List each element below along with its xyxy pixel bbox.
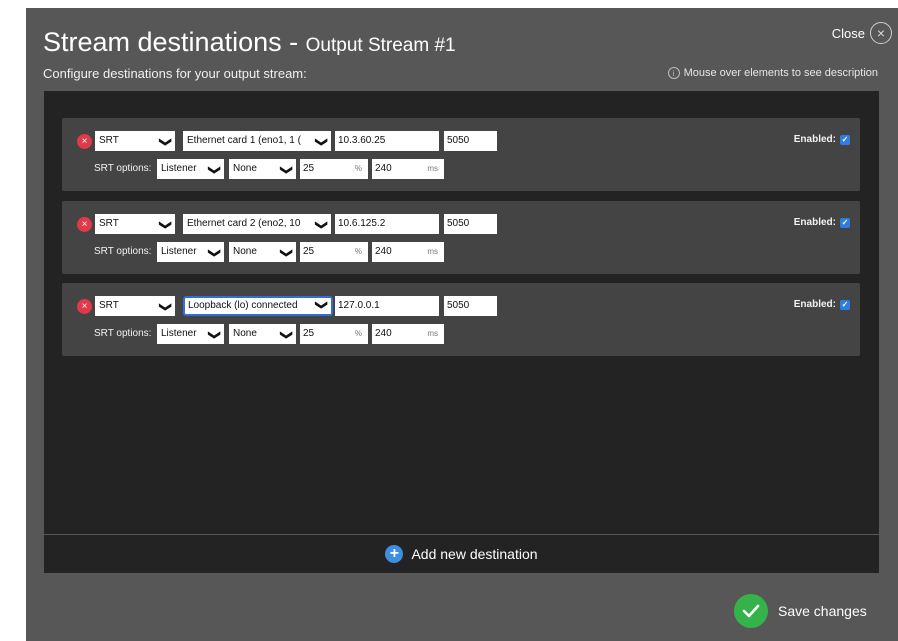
ms-unit: ms <box>427 164 438 173</box>
protocol-value: SRT <box>99 135 119 146</box>
remove-destination-icon[interactable]: × <box>77 134 92 149</box>
enabled-checkbox[interactable]: ✓ <box>840 134 850 145</box>
chevron-down-icon: ❯ <box>155 299 175 313</box>
srt-options-label: SRT options: <box>94 163 152 174</box>
enabled-label: Enabled: <box>793 299 836 310</box>
chevron-down-icon: ❯ <box>311 134 331 148</box>
remove-destination-icon[interactable]: × <box>77 217 92 232</box>
srt-options-label: SRT options: <box>94 246 152 257</box>
chevron-down-icon: ❯ <box>276 245 296 259</box>
latency-input[interactable]: 240 ms <box>372 324 444 344</box>
percent-unit: % <box>354 164 362 173</box>
overhead-value: 25 <box>303 328 315 339</box>
srt-mode-value: Listener <box>161 246 197 257</box>
stream-destinations-dialog: Stream destinations - Output Stream #1 C… <box>26 8 898 641</box>
overhead-input[interactable]: 25% <box>300 159 368 179</box>
chevron-down-icon: ❯ <box>311 217 331 231</box>
destination-row: × SRT ❯ Loopback (lo) connected ❯ 127.0.0.… <box>62 283 860 356</box>
destination-row: × SRT ❯ Ethernet card 2 (eno2, 10 ❯ 10.6.1… <box>62 201 860 274</box>
ip-address-input[interactable]: 10.3.60.25 <box>335 131 439 151</box>
protocol-select[interactable]: SRT ❯ <box>95 214 175 234</box>
encryption-select[interactable]: None ❯ <box>229 242 296 262</box>
latency-input[interactable]: 240 ms <box>372 159 444 179</box>
encryption-value: None <box>233 328 257 339</box>
chevron-down-icon: ❯ <box>155 134 175 148</box>
add-destination-button[interactable]: + Add new destination <box>44 535 879 573</box>
encryption-value: None <box>233 246 257 257</box>
chevron-down-icon: ❯ <box>276 162 296 176</box>
dialog-subtitle: Configure destinations for your output s… <box>43 66 307 81</box>
srt-mode-value: Listener <box>161 328 197 339</box>
chevron-down-icon: ❯ <box>204 162 224 176</box>
hint-text: Mouse over elements to see description <box>683 67 878 79</box>
add-destination-label: Add new destination <box>411 546 538 562</box>
srt-mode-select[interactable]: Listener ❯ <box>157 242 224 262</box>
dialog-stream-name: Output Stream #1 <box>305 35 456 56</box>
interface-select[interactable]: Loopback (lo) connected ❯ <box>183 296 333 316</box>
enabled-label: Enabled: <box>793 217 836 228</box>
percent-unit: % <box>354 247 362 256</box>
interface-value: Ethernet card 2 (eno2, 10 <box>187 218 301 229</box>
save-changes-label: Save changes <box>778 603 867 619</box>
port-input[interactable]: 5050 <box>444 131 497 151</box>
chevron-down-icon: ❯ <box>204 327 224 341</box>
interface-value: Ethernet card 1 (eno1, 1 ( <box>187 135 301 146</box>
checkmark-icon <box>734 594 768 628</box>
close-label: Close <box>831 25 865 41</box>
latency-value: 240 <box>375 328 392 339</box>
srt-mode-value: Listener <box>161 163 197 174</box>
overhead-input[interactable]: 25% <box>300 242 368 262</box>
protocol-select[interactable]: SRT ❯ <box>95 131 175 151</box>
protocol-value: SRT <box>99 218 119 229</box>
enabled-toggle: Enabled: ✓ <box>794 217 850 228</box>
ip-address-input[interactable]: 10.6.125.2 <box>335 214 439 234</box>
save-changes-button[interactable]: Save changes <box>734 594 867 628</box>
latency-input[interactable]: 240 ms <box>372 242 444 262</box>
destination-row: × SRT ❯ Ethernet card 1 (eno1, 1 ( ❯ 10.3.… <box>62 118 860 191</box>
remove-destination-icon[interactable]: × <box>77 299 92 314</box>
srt-mode-select[interactable]: Listener ❯ <box>157 159 224 179</box>
encryption-value: None <box>233 163 257 174</box>
enabled-toggle: Enabled: ✓ <box>794 134 850 145</box>
ms-unit: ms <box>427 247 438 256</box>
enabled-label: Enabled: <box>793 134 836 145</box>
srt-mode-select[interactable]: Listener ❯ <box>157 324 224 344</box>
enabled-checkbox[interactable]: ✓ <box>840 299 850 310</box>
overhead-value: 25 <box>303 246 315 257</box>
encryption-select[interactable]: None ❯ <box>229 159 296 179</box>
srt-options-label: SRT options: <box>94 328 152 339</box>
dialog-title-main: Stream destinations <box>43 27 282 57</box>
protocol-select[interactable]: SRT ❯ <box>95 296 175 316</box>
port-input[interactable]: 5050 <box>444 296 497 316</box>
chevron-down-icon: ❯ <box>155 217 175 231</box>
latency-value: 240 <box>375 246 392 257</box>
close-icon[interactable]: × <box>870 22 892 44</box>
hover-hint: i Mouse over elements to see description <box>667 67 878 79</box>
percent-unit: % <box>354 329 362 338</box>
latency-value: 240 <box>375 163 392 174</box>
interface-value: Loopback (lo) connected <box>188 300 298 311</box>
close-button[interactable]: Close × <box>832 22 892 44</box>
plus-icon: + <box>385 545 404 563</box>
ms-unit: ms <box>427 329 438 338</box>
port-input[interactable]: 5050 <box>444 214 497 234</box>
info-icon: i <box>667 67 680 79</box>
interface-select[interactable]: Ethernet card 2 (eno2, 10 ❯ <box>183 214 331 234</box>
protocol-value: SRT <box>99 300 119 311</box>
chevron-down-icon: ❯ <box>204 245 224 259</box>
enabled-toggle: Enabled: ✓ <box>794 299 850 310</box>
chevron-down-icon: ❯ <box>313 298 330 311</box>
interface-select[interactable]: Ethernet card 1 (eno1, 1 ( ❯ <box>183 131 331 151</box>
chevron-down-icon: ❯ <box>276 327 296 341</box>
ip-address-input[interactable]: 127.0.0.1 <box>335 296 439 316</box>
destinations-panel: × SRT ❯ Ethernet card 1 (eno1, 1 ( ❯ 10.3.… <box>44 91 879 534</box>
dialog-title-separator: - <box>281 27 306 57</box>
enabled-checkbox[interactable]: ✓ <box>840 217 850 228</box>
overhead-value: 25 <box>303 163 315 174</box>
overhead-input[interactable]: 25% <box>300 324 368 344</box>
encryption-select[interactable]: None ❯ <box>229 324 296 344</box>
dialog-title: Stream destinations - Output Stream #1 <box>43 22 456 59</box>
